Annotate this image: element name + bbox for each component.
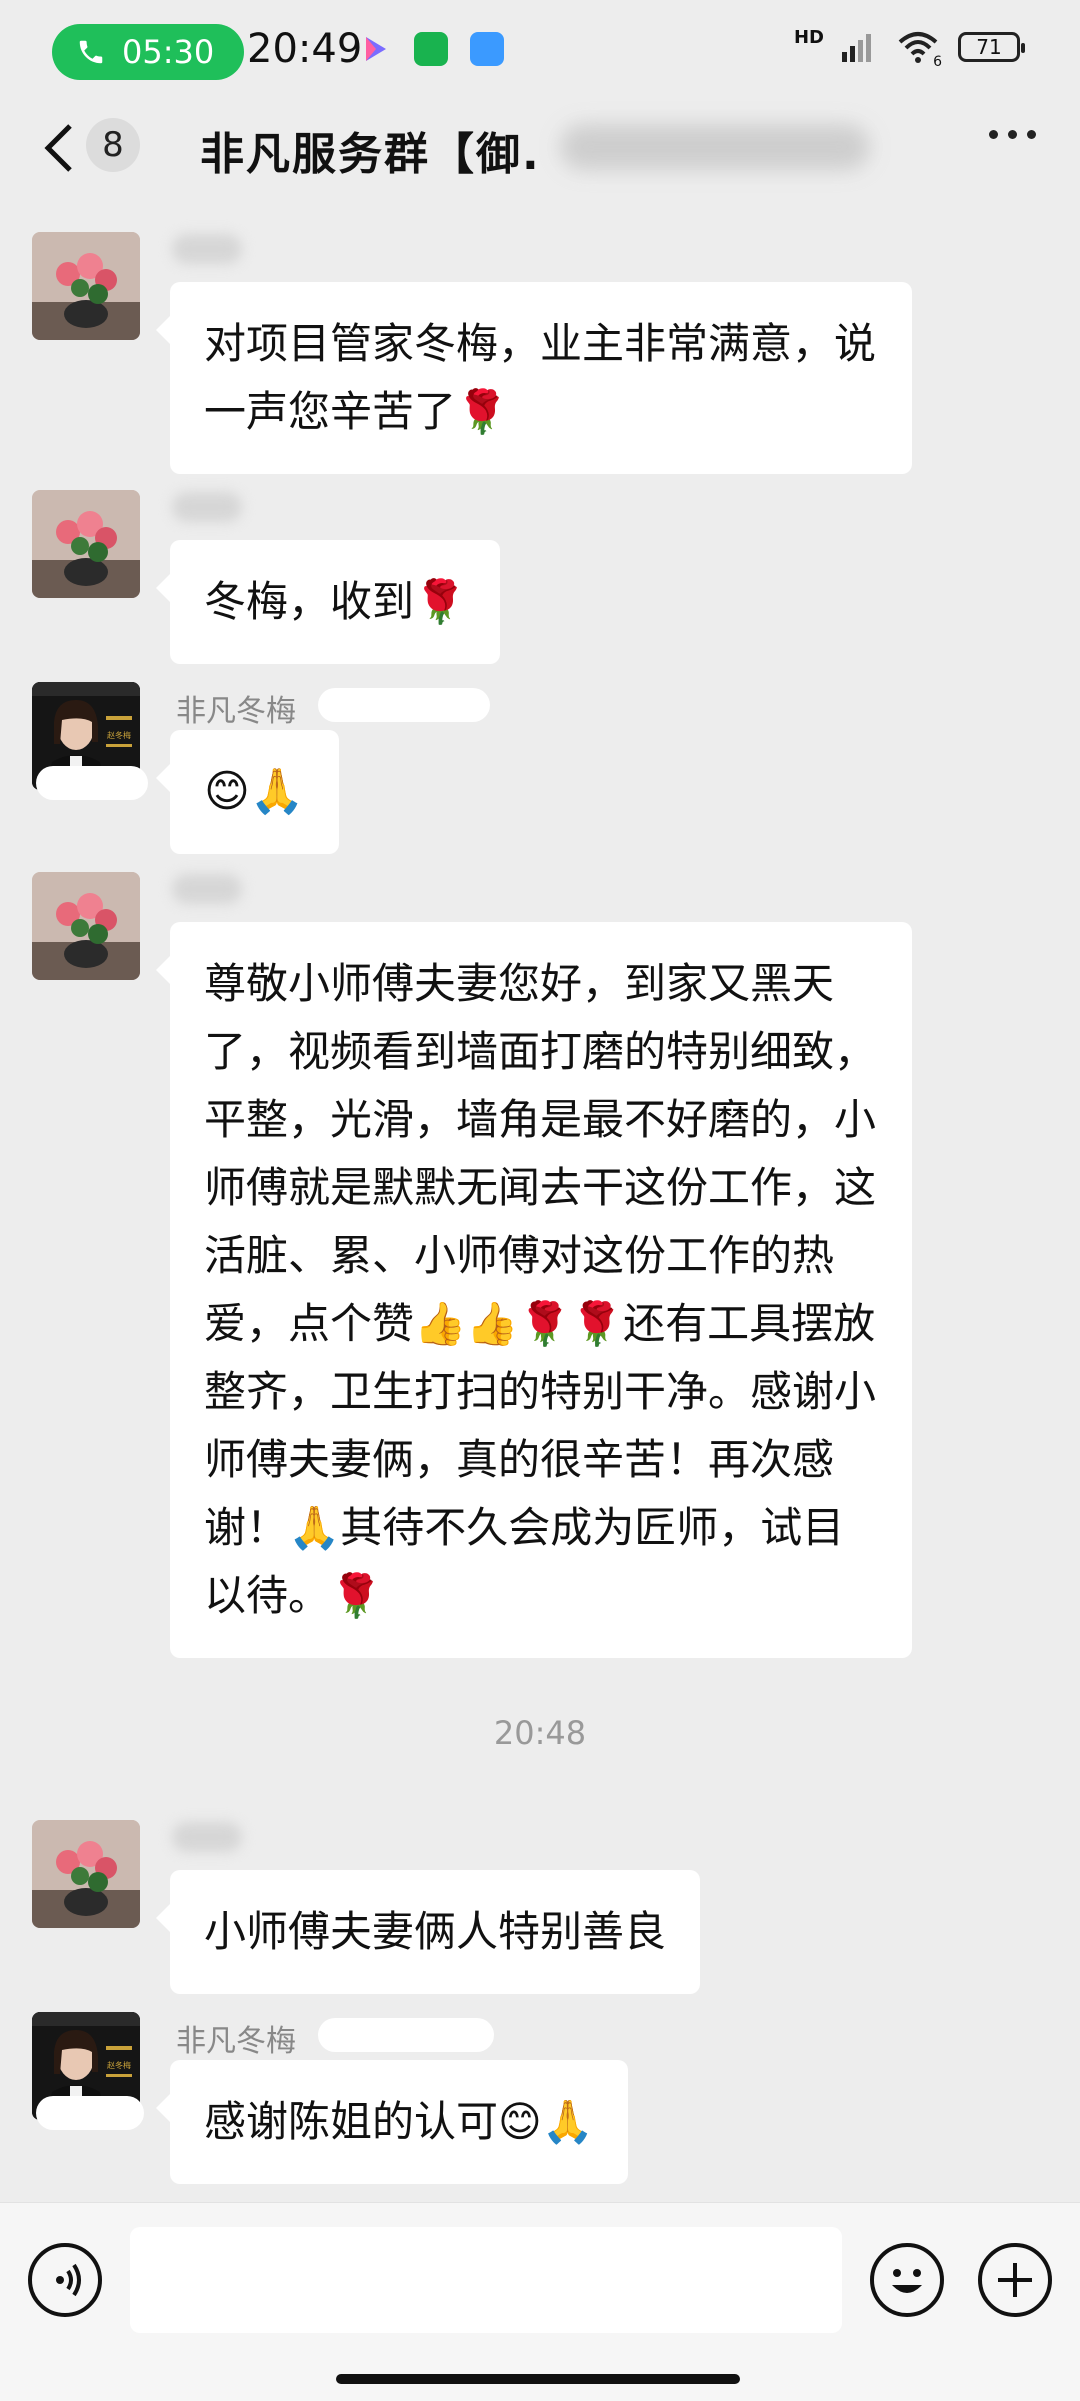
message-input[interactable]: [130, 2227, 842, 2333]
hd-indicator: HD: [793, 26, 824, 48]
wifi-badge: 6: [933, 54, 942, 70]
sender-name-redacted: [172, 234, 242, 264]
chevron-left-icon: [44, 124, 72, 172]
message-bubble[interactable]: 对项目管家冬梅，业主非常满意，说一声您辛苦了🌹: [156, 282, 912, 474]
voice-icon: [56, 2263, 81, 2297]
message-text: 冬梅，收到🌹: [204, 577, 467, 626]
sender-name-redacted: [172, 1822, 242, 1852]
wifi-icon: 6: [896, 30, 942, 70]
sender-name: 非凡冬梅: [176, 2024, 296, 2059]
more-actions-button[interactable]: [978, 2243, 1052, 2317]
smiley-icon: [892, 2269, 922, 2293]
status-indicators: HD 6 71: [793, 26, 1025, 70]
sender-name-redacted: [172, 874, 242, 904]
avatar[interactable]: [32, 232, 140, 340]
voice-input-button[interactable]: [28, 2243, 102, 2317]
back-button[interactable]: [40, 118, 80, 178]
message-text: 对项目管家冬梅，业主非常满意，说一声您辛苦了🌹: [204, 319, 877, 436]
dot-icon: [1008, 130, 1017, 139]
battery-indicator: 71: [958, 32, 1025, 62]
signal-icon: [842, 34, 871, 62]
emoji-button[interactable]: [870, 2243, 944, 2317]
avatar-label: 赵冬梅: [107, 2060, 131, 2070]
avatar-caption-redacted: [36, 2096, 144, 2130]
phone-app-icon: [414, 32, 448, 66]
message-text: 😊🙏: [204, 766, 305, 817]
ongoing-call-pill[interactable]: 05:30: [52, 24, 244, 80]
home-indicator[interactable]: [336, 2374, 740, 2384]
message-bubble[interactable]: 冬梅，收到🌹: [155, 540, 501, 664]
dot-icon: [1027, 130, 1036, 139]
unread-count-badge[interactable]: 8: [86, 118, 140, 172]
battery-level: 71: [976, 35, 1002, 59]
sender-name-redacted: [318, 2018, 494, 2052]
plus-icon: [998, 2263, 1032, 2297]
chat-timestamp: 20:48: [493, 1714, 587, 1752]
message-text: 尊敬小师傅夫妻您好，到家又黑天了，视频看到墙面打磨的特别细致，平整，光滑，墙角是…: [204, 959, 877, 1620]
message-text: 小师傅夫妻俩人特别善良: [204, 1907, 667, 1956]
avatar-caption-redacted: [36, 766, 148, 800]
title-redaction: [560, 124, 870, 170]
message-bubble[interactable]: 小师傅夫妻俩人特别善良: [155, 1870, 701, 1994]
avatar-label: 赵冬梅: [107, 730, 131, 740]
more-options-button[interactable]: [989, 130, 1036, 139]
sender-name: 非凡冬梅: [176, 694, 296, 729]
notification-icons: [358, 32, 504, 66]
chat-title[interactable]: 非凡服务群【御.: [200, 118, 541, 182]
message-bubble[interactable]: 😊🙏: [156, 730, 339, 854]
avatar[interactable]: [32, 1820, 140, 1928]
call-duration: 05:30: [122, 33, 215, 71]
phone-icon: [79, 40, 103, 64]
dot-icon: [989, 130, 998, 139]
message-bubble[interactable]: 感谢陈姐的认可😊🙏: [155, 2060, 629, 2184]
avatar[interactable]: [32, 490, 140, 598]
sender-name-redacted: [318, 688, 490, 722]
message-app-icon: [470, 32, 504, 66]
status-clock: 20:49: [247, 26, 363, 72]
play-store-icon: [358, 32, 392, 66]
avatar[interactable]: [32, 872, 140, 980]
message-text: 感谢陈姐的认可😊🙏: [204, 2097, 595, 2146]
status-bar: 05:30 20:49 HD 6 71: [0, 0, 1080, 100]
message-input-bar: [0, 2202, 1080, 2401]
sender-name-redacted: [172, 492, 242, 522]
message-bubble[interactable]: 尊敬小师傅夫妻您好，到家又黑天了，视频看到墙面打磨的特别细致，平整，光滑，墙角是…: [156, 922, 912, 1658]
